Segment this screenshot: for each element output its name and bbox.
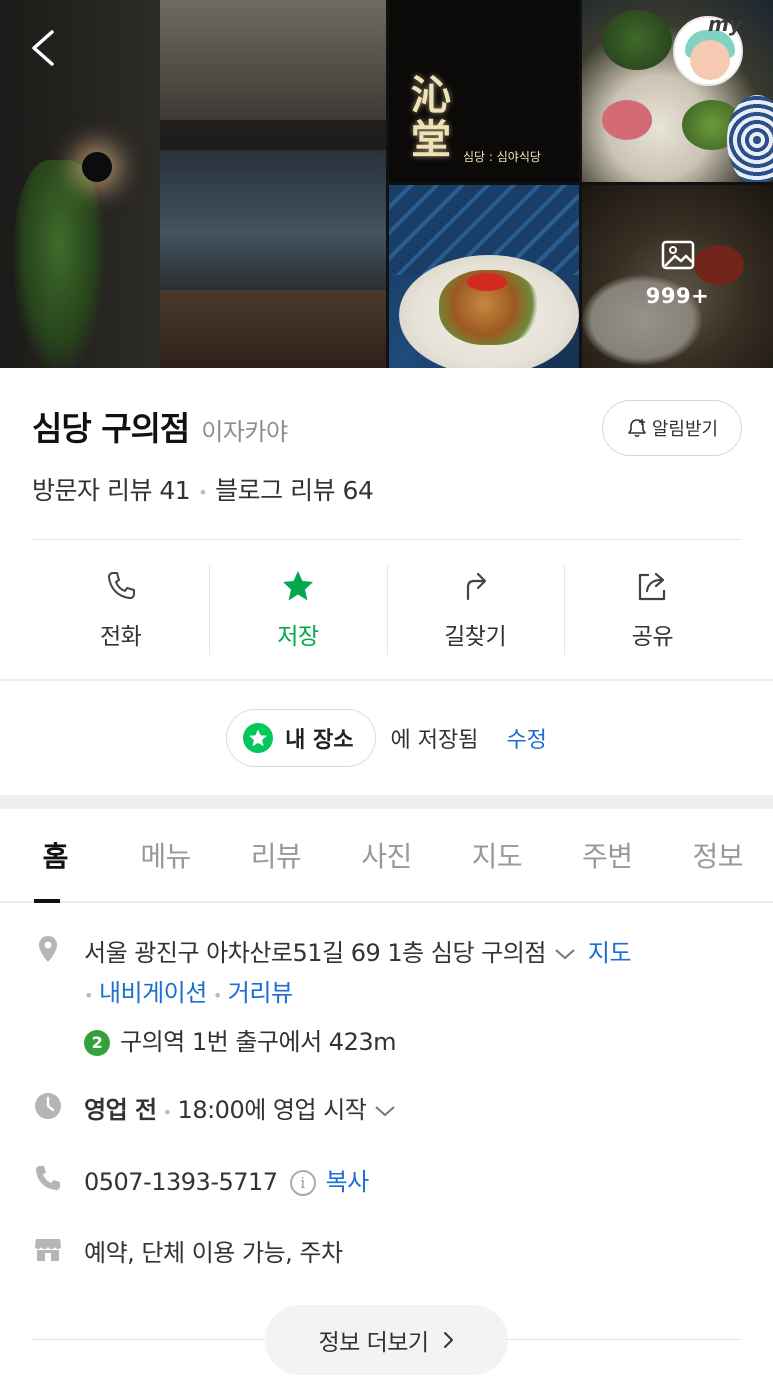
star-badge-icon (243, 723, 274, 753)
chevron-down-icon[interactable] (554, 947, 576, 961)
notify-label: 알림받기 (651, 419, 719, 440)
location-pin-icon (39, 936, 57, 962)
copy-link[interactable]: 복사 (326, 1168, 370, 1196)
separator-dot: • (162, 1103, 172, 1122)
hours-detail: 18:00에 영업 시작 (177, 1096, 367, 1124)
more-info-button[interactable]: 정보 더보기 (265, 1305, 508, 1375)
blog-review-link[interactable]: 블로그 리뷰 64 (215, 476, 374, 505)
my-place-chip[interactable]: 내 장소 (226, 709, 377, 767)
address-line: 서울 광진구 아차산로51길 69 1층 심당 구의점 지도 (84, 933, 632, 973)
phone-icon (107, 572, 135, 600)
star-icon (282, 571, 313, 601)
facilities-row: 예약, 단체 이용 가능, 주차 (32, 1233, 343, 1273)
photo-chili (467, 273, 507, 291)
hours-text: 영업 전 • 18:00에 영업 시작 (84, 1090, 396, 1133)
call-button[interactable]: 전화 (32, 555, 209, 665)
sign-photo[interactable]: 沁 堂 심당 : 심야식당 (389, 0, 579, 182)
photo-floor (160, 290, 386, 368)
tab-reviews[interactable]: 리뷰 (221, 809, 331, 901)
place-name: 심당 구의점 (32, 409, 190, 448)
photo-herb (602, 10, 672, 70)
navigation-link[interactable]: 내비게이션 (99, 979, 207, 1007)
visitor-review-link[interactable]: 방문자 리뷰 41 (32, 476, 191, 505)
address-row: 서울 광진구 아차산로51길 69 1층 심당 구의점 지도 • 내비게이션 • 거리뷰… (32, 933, 632, 1062)
chevron-right-icon (443, 1332, 453, 1348)
chevron-left-icon (32, 30, 54, 66)
tab-bar: 홈 메뉴 리뷰 사진 지도 주변 정보 (0, 809, 773, 903)
my-place-label: 내 장소 (285, 728, 354, 753)
sign-title: 沁 堂 (411, 72, 451, 163)
divider (0, 679, 773, 681)
directions-button[interactable]: 길찾기 (386, 555, 564, 665)
store-icon (35, 1239, 61, 1261)
saved-status-row: 내 장소 에 저장됨 수정 (0, 709, 773, 767)
more-info-label: 정보 더보기 (318, 1330, 429, 1356)
share-label: 공유 (631, 624, 674, 650)
address-text[interactable]: 서울 광진구 아차산로51길 69 1층 심당 구의점 (84, 939, 546, 967)
photo-plant (14, 160, 104, 368)
hours-status: 영업 전 (84, 1096, 157, 1124)
phone-row: 0507-1393-5717 i 복사 (32, 1162, 369, 1202)
share-icon (639, 572, 666, 601)
bell-plus-icon (628, 419, 646, 438)
phone-number[interactable]: 0507-1393-5717 (84, 1168, 278, 1196)
tab-info[interactable]: 정보 (663, 809, 773, 901)
map-link[interactable]: 지도 (588, 939, 632, 967)
action-bar: 전화 저장 길찾기 공유 (32, 555, 741, 665)
address-links: • 내비게이션 • 거리뷰 (84, 973, 631, 1016)
directions-icon (467, 572, 487, 601)
main-photo[interactable] (0, 0, 386, 368)
edit-link[interactable]: 수정 (506, 722, 546, 754)
photo-window (160, 150, 386, 290)
subway-line: 2 구의역 1번 출구에서 423m (84, 1022, 631, 1062)
section-gap (0, 795, 773, 809)
tab-home[interactable]: 홈 (0, 809, 110, 903)
place-category: 이자카야 (201, 418, 288, 446)
photo-count: 999+ (645, 284, 710, 308)
avatar-face (690, 40, 730, 80)
food-photo-2[interactable] (389, 185, 579, 368)
photo-count-overlay[interactable]: 999+ (582, 240, 773, 308)
tab-photos[interactable]: 사진 (331, 809, 441, 901)
hours-row[interactable]: 영업 전 • 18:00에 영업 시작 (32, 1090, 396, 1133)
save-button[interactable]: 저장 (209, 555, 386, 665)
clock-icon (35, 1093, 61, 1119)
subway-text: 구의역 1번 출구에서 423m (120, 1028, 396, 1056)
directions-label: 길찾기 (444, 624, 507, 650)
info-icon[interactable]: i (289, 1170, 316, 1196)
notify-button[interactable]: 알림받기 (602, 400, 742, 456)
divider (32, 539, 741, 540)
facilities-text: 예약, 단체 이용 가능, 주차 (84, 1239, 343, 1267)
separator-dot: • (198, 482, 208, 502)
phone-text: 0507-1393-5717 i 복사 (84, 1162, 369, 1202)
title-row: 심당 구의점 이자카야 (32, 402, 288, 450)
separator-dot: • (212, 986, 222, 1005)
photo-sashimi (602, 100, 652, 140)
tab-nearby[interactable]: 주변 (552, 809, 662, 901)
sign-subtitle: 심당 : 심야식당 (463, 150, 541, 164)
photo-lamp (82, 152, 112, 182)
separator-dot: • (84, 986, 93, 1005)
back-button[interactable] (26, 26, 66, 70)
photo-ceiling (160, 0, 386, 120)
phone-icon (35, 1166, 60, 1191)
photo-gallery[interactable]: 沁 堂 심당 : 심야식당 999+ my (0, 0, 773, 368)
subway-line-badge: 2 (84, 1030, 110, 1056)
call-label: 전화 (99, 624, 142, 650)
gallery-icon (661, 240, 694, 270)
tab-menu[interactable]: 메뉴 (110, 809, 220, 901)
street-view-link[interactable]: 거리뷰 (228, 979, 293, 1007)
chevron-down-icon[interactable] (374, 1104, 396, 1118)
food-photo-1[interactable] (582, 0, 773, 182)
share-button[interactable]: 공유 (563, 555, 741, 665)
saved-text: 에 저장됨 (390, 728, 479, 753)
food-photo-3[interactable]: 999+ (582, 185, 773, 368)
my-label: my (708, 12, 742, 36)
save-label: 저장 (277, 624, 319, 650)
review-summary: 방문자 리뷰 41 • 블로그 리뷰 64 (32, 471, 374, 507)
tab-map[interactable]: 지도 (442, 809, 552, 901)
